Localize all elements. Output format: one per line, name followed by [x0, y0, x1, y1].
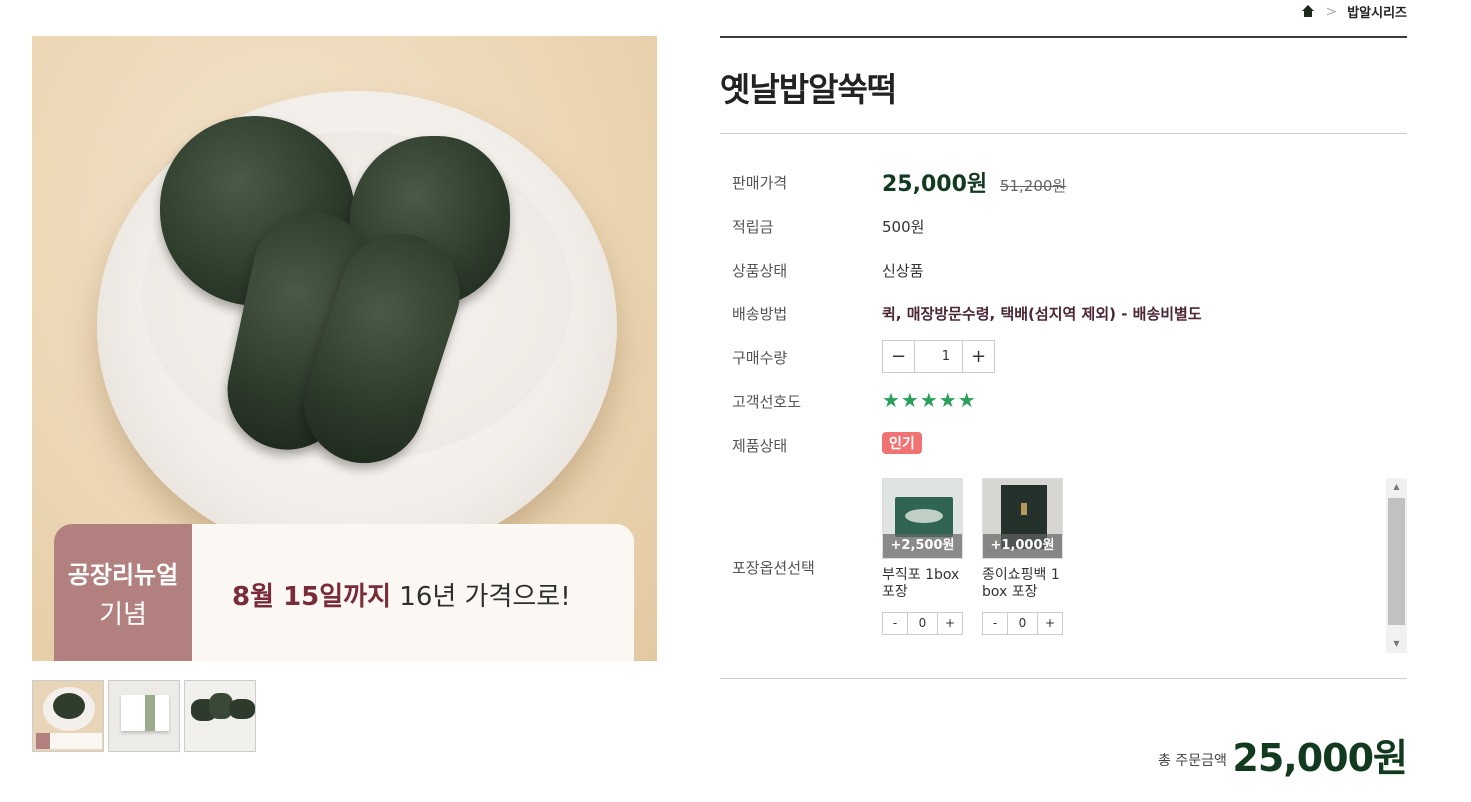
scroll-down-icon[interactable]: ▼	[1386, 635, 1407, 653]
rating-stars: ★★★★★	[882, 388, 977, 412]
main-product-image: 공장리뉴얼 기념 8월 15일까지 16년 가격으로!	[32, 36, 657, 661]
package-option-1: +2,500원 부직포 1box 포장 - 0 +	[882, 478, 963, 635]
quantity-input[interactable]: 1	[914, 341, 963, 372]
promo-tag-line2: 기념	[99, 599, 147, 630]
package-option-image[interactable]: +2,500원	[882, 478, 963, 559]
thumbnail-1[interactable]	[32, 680, 104, 752]
original-price: 51,200원	[999, 177, 1067, 195]
option-name: 부직포 1box 포장	[882, 567, 960, 600]
option-plus-button[interactable]: +	[938, 613, 962, 634]
status-badge: 인기	[882, 432, 922, 454]
option-quantity-stepper: - 0 +	[982, 612, 1063, 635]
scrollbar-thumb[interactable]	[1388, 498, 1405, 625]
points-label: 적립금	[732, 218, 774, 236]
promo-tag-line1: 공장리뉴얼	[67, 560, 179, 589]
breadcrumb: > 밥알시리즈	[1301, 2, 1407, 21]
quantity-minus-button[interactable]: −	[883, 341, 914, 372]
option-minus-button[interactable]: -	[983, 613, 1007, 634]
promo-banner-tag: 공장리뉴얼 기념	[54, 524, 192, 661]
price-label: 판매가격	[732, 174, 788, 192]
shipping-value: 퀵, 매장방문수령, 택배(섬지역 제외) - 배송비별도	[882, 305, 1202, 323]
rating-label: 고객선호도	[732, 393, 802, 411]
thumbnail-2[interactable]	[108, 680, 180, 752]
option-minus-button[interactable]: -	[883, 613, 907, 634]
page-title: 옛날밥알쑥떡	[720, 70, 897, 109]
points-value: 500원	[882, 218, 925, 236]
scroll-up-icon[interactable]: ▲	[1386, 478, 1407, 496]
total-amount: 25,000원	[1232, 736, 1408, 780]
thumbnail-3[interactable]	[184, 680, 256, 752]
divider	[720, 36, 1407, 38]
quantity-stepper: − 1 +	[882, 340, 995, 373]
divider	[720, 678, 1407, 679]
package-option-image[interactable]: +1,000원	[982, 478, 1063, 559]
promo-banner: 공장리뉴얼 기념 8월 15일까지 16년 가격으로!	[54, 524, 634, 661]
option-add-price: +1,000원	[983, 534, 1062, 558]
shipping-label: 배송방법	[732, 305, 788, 323]
condition-label: 상품상태	[732, 262, 788, 280]
home-icon[interactable]	[1301, 4, 1315, 19]
package-option-2: +1,000원 종이쇼핑백 1box 포장 - 0 +	[982, 478, 1063, 635]
sale-price: 25,000원	[882, 172, 988, 197]
breadcrumb-separator: >	[1325, 3, 1338, 20]
option-quantity-input[interactable]: 0	[907, 613, 938, 634]
options-scrollbar[interactable]: ▲ ▼	[1386, 478, 1407, 653]
status-label: 제품상태	[732, 437, 788, 455]
thumbnail-list	[32, 680, 256, 752]
total-label: 총 주문금액	[1158, 753, 1227, 769]
option-add-price: +2,500원	[883, 534, 962, 558]
quantity-label: 구매수량	[732, 349, 788, 367]
package-label: 포장옵션선택	[732, 559, 815, 577]
quantity-plus-button[interactable]: +	[963, 341, 994, 372]
promo-banner-text: 8월 15일까지 16년 가격으로!	[232, 576, 571, 613]
condition-value: 신상품	[882, 262, 924, 280]
option-quantity-stepper: - 0 +	[882, 612, 963, 635]
breadcrumb-current[interactable]: 밥알시리즈	[1347, 2, 1407, 21]
option-plus-button[interactable]: +	[1038, 613, 1062, 634]
option-name: 종이쇼핑백 1box 포장	[982, 567, 1060, 600]
status-value: 인기	[882, 432, 922, 454]
option-quantity-input[interactable]: 0	[1007, 613, 1038, 634]
divider	[720, 133, 1407, 134]
promo-rest: 16년 가격으로!	[399, 582, 571, 612]
price-value: 25,000원 51,200원	[882, 166, 1066, 198]
promo-highlight: 8월 15일까지	[232, 582, 392, 612]
